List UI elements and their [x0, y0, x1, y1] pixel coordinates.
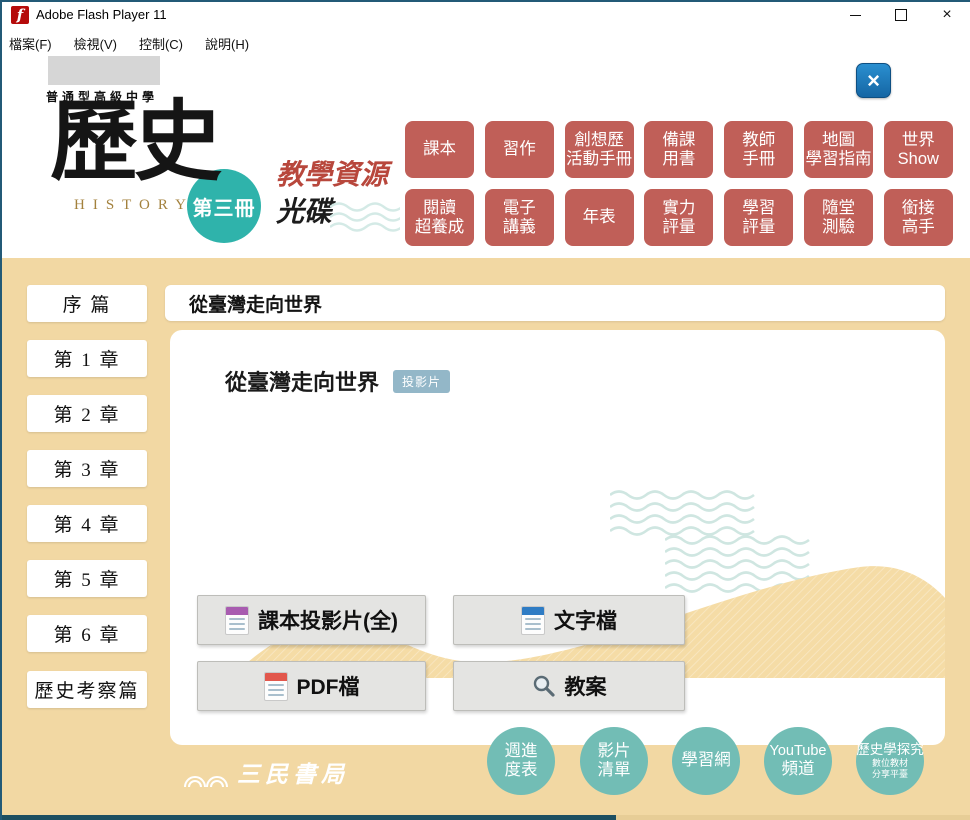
sidebar-item-field-study[interactable]: 歷史考察篇	[27, 671, 147, 708]
menu-bar: 檔案(F) 檢視(V) 控制(C) 說明(H)	[0, 30, 970, 56]
btn-world-show[interactable]: 世界Show	[884, 121, 953, 178]
wave-pattern	[610, 490, 758, 540]
sidebar-item-ch3[interactable]: 第 3 章	[27, 450, 147, 487]
circle-weekly-schedule[interactable]: 週進度表	[487, 727, 555, 795]
content-heading: 從臺灣走向世界 投影片	[225, 365, 450, 397]
logo-placeholder-box	[48, 56, 160, 85]
bottom-strip-tan	[616, 815, 970, 820]
circle-learning-site[interactable]: 學習網	[672, 727, 740, 795]
window-title: Adobe Flash Player 11	[36, 7, 167, 22]
btn-textbook-slides-all[interactable]: 課本投影片(全)	[197, 595, 426, 645]
subject-logo-latin: HISTORY	[74, 197, 194, 214]
publisher-logo: 三民書局	[183, 755, 349, 789]
btn-activity-manual[interactable]: 創想歷活動手冊	[565, 121, 634, 178]
resource-button-grid: 課本 習作 創想歷活動手冊 備課用書 教師手冊 地圖學習指南 世界Show 閱讀…	[405, 121, 953, 246]
resource-title: 教學資源	[276, 153, 388, 193]
menu-file[interactable]: 檔案(F)	[0, 30, 63, 56]
btn-map-guide[interactable]: 地圖學習指南	[804, 121, 873, 178]
flash-player-icon: f	[11, 6, 29, 24]
sidebar-item-intro[interactable]: 序 篇	[27, 285, 147, 322]
wave-pattern	[330, 202, 400, 238]
magnifier-icon	[532, 674, 556, 698]
btn-textbook[interactable]: 課本	[405, 121, 474, 178]
btn-learning-assessment[interactable]: 學習評量	[724, 189, 793, 246]
publisher-arches-icon	[183, 767, 229, 789]
sidebar-item-ch1[interactable]: 第 1 章	[27, 340, 147, 377]
subject-logo: 歷史	[50, 98, 218, 186]
btn-ability-assessment[interactable]: 實力評量	[644, 189, 713, 246]
menu-control[interactable]: 控制(C)	[128, 30, 194, 56]
circle-video-list[interactable]: 影片清單	[580, 727, 648, 795]
resource-subtitle: 光碟	[276, 190, 332, 230]
sidebar-item-ch5[interactable]: 第 5 章	[27, 560, 147, 597]
slide-tag: 投影片	[393, 370, 450, 393]
btn-reading[interactable]: 閱讀超養成	[405, 189, 474, 246]
section-header: 從臺灣走向世界	[165, 285, 945, 321]
btn-quiz[interactable]: 隨堂測驗	[804, 189, 873, 246]
doc-file-icon	[521, 606, 545, 635]
minimize-button[interactable]	[832, 0, 878, 30]
window-controls: ×	[832, 0, 970, 30]
content-title: 從臺灣走向世界	[225, 365, 379, 397]
circle-youtube-channel[interactable]: YouTube頻道	[764, 727, 832, 795]
content-panel: 從臺灣走向世界 投影片 課本投影片(全) 文字檔 PDF檔 教案	[170, 330, 945, 745]
sidebar-item-ch4[interactable]: 第 4 章	[27, 505, 147, 542]
menu-help[interactable]: 說明(H)	[194, 30, 260, 56]
btn-bridging[interactable]: 銜接高手	[884, 189, 953, 246]
close-window-button[interactable]: ×	[924, 0, 970, 30]
menu-view[interactable]: 檢視(V)	[63, 30, 128, 56]
btn-workbook[interactable]: 習作	[485, 121, 554, 178]
main-stage: 序 篇 第 1 章 第 2 章 第 3 章 第 4 章 第 5 章 第 6 章 …	[0, 258, 970, 820]
maximize-button[interactable]	[878, 0, 924, 30]
circle-history-inquiry-platform[interactable]: 歷史學探究 數位教材 分享平臺	[856, 727, 924, 795]
app-close-button[interactable]: ×	[856, 63, 891, 98]
btn-timeline[interactable]: 年表	[565, 189, 634, 246]
pdf-file-icon	[264, 672, 288, 701]
btn-lesson-prep-book[interactable]: 備課用書	[644, 121, 713, 178]
btn-teacher-manual[interactable]: 教師手冊	[724, 121, 793, 178]
publisher-name: 三民書局	[237, 755, 349, 789]
title-bar: f Adobe Flash Player 11 ×	[0, 0, 970, 30]
ppt-file-icon	[225, 606, 249, 635]
bottom-strip-dark	[0, 815, 616, 820]
sidebar-item-ch6[interactable]: 第 6 章	[27, 615, 147, 652]
btn-lesson-plan[interactable]: 教案	[453, 661, 685, 711]
btn-e-lecture[interactable]: 電子講義	[485, 189, 554, 246]
header-stage: 普通型高級中學 第三冊 歷史 HISTORY 教學資源 光碟 課本 習作 創想歷…	[0, 56, 970, 258]
btn-pdf-file[interactable]: PDF檔	[197, 661, 426, 711]
btn-text-file[interactable]: 文字檔	[453, 595, 685, 645]
sidebar-item-ch2[interactable]: 第 2 章	[27, 395, 147, 432]
section-title: 從臺灣走向世界	[189, 290, 322, 317]
